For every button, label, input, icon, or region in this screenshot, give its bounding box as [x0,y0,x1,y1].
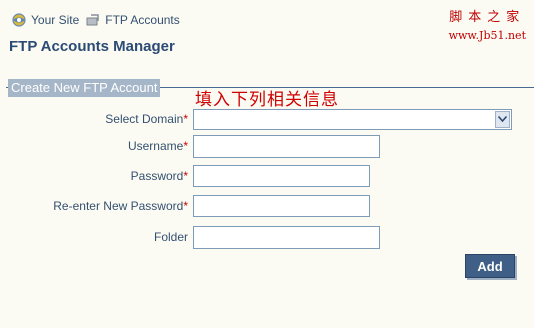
domain-label-text: Select Domain [105,112,184,126]
watermark-title: 脚本之家 [449,10,526,25]
form-row-password: Password* [0,164,370,188]
form-row-domain: Select Domain* [0,107,512,131]
section-title: Create New FTP Account [8,79,161,97]
breadcrumb-item-ftp-accounts[interactable]: FTP Accounts [85,12,180,28]
password-label-text: Password [130,169,184,183]
domain-label: Select Domain* [0,112,188,126]
add-button[interactable]: Add [465,254,515,278]
folder-label: Folder [0,230,188,244]
password-label: Password* [0,169,188,183]
chevron-down-icon[interactable] [495,110,510,128]
watermark: 脚本之家 www.Jb51.net [449,6,526,42]
breadcrumb-label-your-site: Your Site [31,13,80,27]
password-input[interactable] [193,165,370,187]
reenter-password-input[interactable] [193,195,370,217]
form-row-folder: Folder [0,225,380,249]
breadcrumb: Your Site FTP Accounts [11,11,186,29]
username-input[interactable] [193,134,380,158]
watermark-url: www.Jb51.net [448,29,526,42]
ftp-icon [85,12,101,28]
required-mark: * [183,139,188,153]
form-row-reenter-password: Re-enter New Password* [0,194,370,218]
reenter-password-label: Re-enter New Password* [0,199,188,213]
reenter-password-label-text: Re-enter New Password [53,199,184,213]
folder-label-text: Folder [153,230,188,244]
breadcrumb-label-ftp-accounts: FTP Accounts [105,13,180,27]
required-mark: * [183,199,188,213]
breadcrumb-item-your-site[interactable]: Your Site [11,12,79,28]
username-label: Username* [0,139,188,153]
folder-input[interactable] [193,225,380,249]
username-label-text: Username [127,139,184,153]
page-title: FTP Accounts Manager [9,38,175,55]
required-mark: * [183,112,188,126]
site-icon [11,12,27,28]
required-mark: * [183,169,188,183]
domain-select[interactable] [193,108,512,130]
form-row-username: Username* [0,134,380,158]
